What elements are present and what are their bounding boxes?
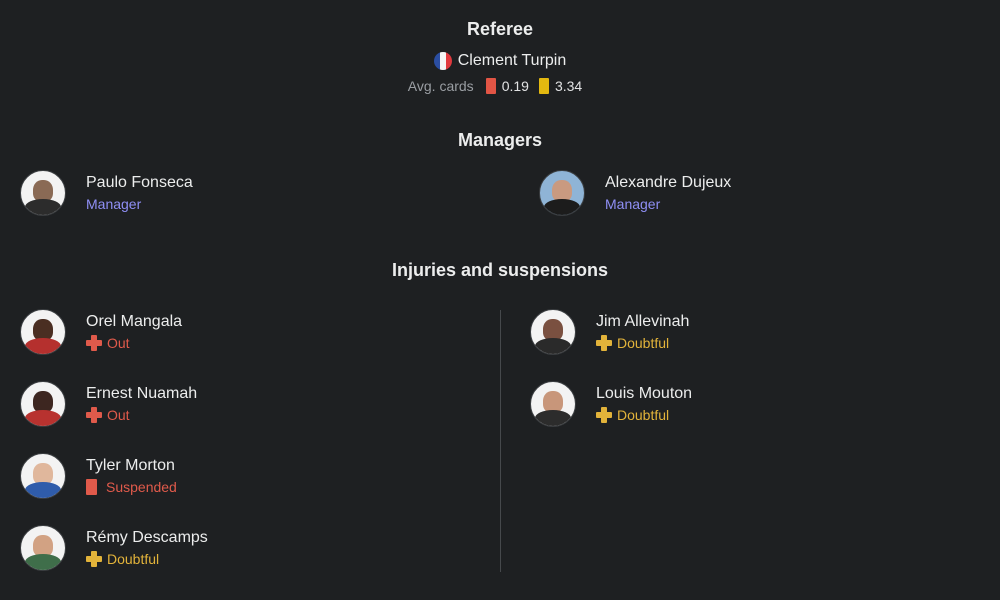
player-name: Louis Mouton bbox=[596, 385, 693, 402]
avatar bbox=[20, 453, 66, 499]
avatar bbox=[539, 170, 585, 216]
status-label: Out bbox=[107, 335, 130, 351]
red-card-icon bbox=[485, 78, 496, 94]
managers-title: Managers bbox=[457, 130, 543, 150]
avatar bbox=[20, 309, 66, 355]
injury-plus-icon bbox=[86, 335, 102, 351]
doubtful-plus-icon bbox=[86, 551, 102, 567]
avatar bbox=[530, 309, 576, 355]
red-card-icon bbox=[86, 479, 97, 495]
referee-row[interactable]: Clement Turpin bbox=[0, 52, 1000, 70]
player-status: Doubtful bbox=[596, 333, 689, 353]
avatar bbox=[20, 525, 66, 571]
injury-plus-icon bbox=[86, 407, 102, 423]
manager-role: Manager bbox=[605, 196, 661, 212]
manager-name: Alexandre Dujeux bbox=[605, 174, 732, 191]
injury-item[interactable]: Jim Allevinah Doubtful bbox=[530, 309, 689, 355]
injury-item[interactable]: Tyler Morton Suspended bbox=[20, 453, 177, 499]
yellow-card-avg: 3.34 bbox=[554, 78, 583, 94]
avatar bbox=[20, 381, 66, 427]
referee-title: Referee bbox=[466, 19, 534, 39]
injury-item[interactable]: Louis Mouton Doubtful bbox=[530, 381, 692, 427]
yellow-card-icon bbox=[538, 78, 549, 94]
manager-away[interactable]: Alexandre Dujeux Manager bbox=[539, 170, 731, 216]
referee-name: Clement Turpin bbox=[457, 52, 567, 69]
manager-role: Manager bbox=[86, 196, 142, 212]
injury-item[interactable]: Rémy Descamps Doubtful bbox=[20, 525, 208, 571]
referee-avg-cards: Avg. cards 0.19 3.34 bbox=[0, 78, 1000, 94]
player-name: Orel Mangala bbox=[86, 313, 183, 330]
player-name: Tyler Morton bbox=[86, 457, 175, 474]
avatar bbox=[530, 381, 576, 427]
france-flag-icon bbox=[433, 52, 452, 70]
red-card-avg: 0.19 bbox=[501, 78, 529, 94]
injuries-title: Injuries and suspensions bbox=[391, 260, 609, 280]
doubtful-plus-icon bbox=[596, 335, 612, 351]
status-label: Doubtful bbox=[617, 407, 670, 423]
avg-cards-label: Avg. cards bbox=[407, 78, 474, 94]
doubtful-plus-icon bbox=[596, 407, 612, 423]
status-label: Out bbox=[107, 407, 130, 423]
status-label: Suspended bbox=[106, 479, 177, 495]
player-name: Jim Allevinah bbox=[596, 313, 690, 330]
status-label: Doubtful bbox=[617, 335, 670, 351]
player-status: Doubtful bbox=[86, 549, 208, 569]
player-name: Ernest Nuamah bbox=[86, 385, 198, 402]
injury-item[interactable]: Ernest Nuamah Out bbox=[20, 381, 197, 427]
player-status: Doubtful bbox=[596, 405, 692, 425]
player-status: Out bbox=[86, 333, 182, 353]
avatar bbox=[20, 170, 66, 216]
status-label: Doubtful bbox=[107, 551, 160, 567]
player-status: Out bbox=[86, 405, 197, 425]
manager-home[interactable]: Paulo Fonseca Manager bbox=[20, 170, 193, 216]
injury-item[interactable]: Orel Mangala Out bbox=[20, 309, 182, 355]
player-name: Rémy Descamps bbox=[86, 529, 208, 546]
manager-name: Paulo Fonseca bbox=[86, 174, 193, 191]
column-divider bbox=[500, 310, 501, 572]
player-status: Suspended bbox=[86, 477, 177, 497]
